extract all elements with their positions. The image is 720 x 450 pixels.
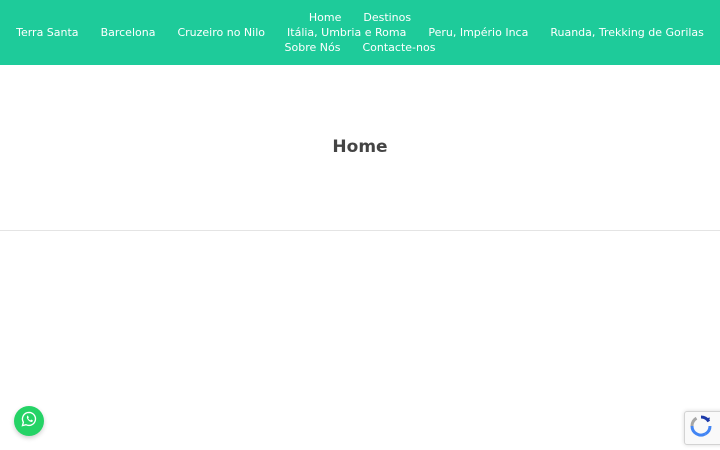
page-title: Home — [332, 137, 388, 157]
nav-item-destinos[interactable]: Destinos — [363, 11, 411, 25]
nav-item-home[interactable]: Home — [309, 11, 341, 25]
nav-row-secondary: Sobre Nós Contacte-nos — [0, 41, 720, 55]
nav-row-primary: Home Destinos — [0, 11, 720, 25]
nav-item-terra-santa[interactable]: Terra Santa — [16, 26, 78, 40]
whatsapp-chat-button[interactable] — [14, 406, 44, 436]
nav-row-destinations: Terra Santa Barcelona Cruzeiro no Nilo I… — [0, 26, 720, 40]
nav-item-peru-imperio-inca[interactable]: Peru, Império Inca — [428, 26, 528, 40]
recaptcha-icon — [689, 414, 713, 442]
nav-item-cruzeiro-no-nilo[interactable]: Cruzeiro no Nilo — [177, 26, 265, 40]
nav-item-italia-umbria-roma[interactable]: Itália, Umbria e Roma — [287, 26, 406, 40]
recaptcha-badge[interactable] — [684, 411, 720, 445]
nav-item-barcelona[interactable]: Barcelona — [101, 26, 156, 40]
whatsapp-icon — [20, 410, 38, 432]
nav-item-contacte-nos[interactable]: Contacte-nos — [362, 41, 435, 55]
nav-item-sobre-nos[interactable]: Sobre Nós — [285, 41, 341, 55]
site-header: Home Destinos Terra Santa Barcelona Cruz… — [0, 0, 720, 65]
content-divider — [0, 230, 720, 231]
nav-item-ruanda-trekking-gorilas[interactable]: Ruanda, Trekking de Gorilas — [550, 26, 704, 40]
